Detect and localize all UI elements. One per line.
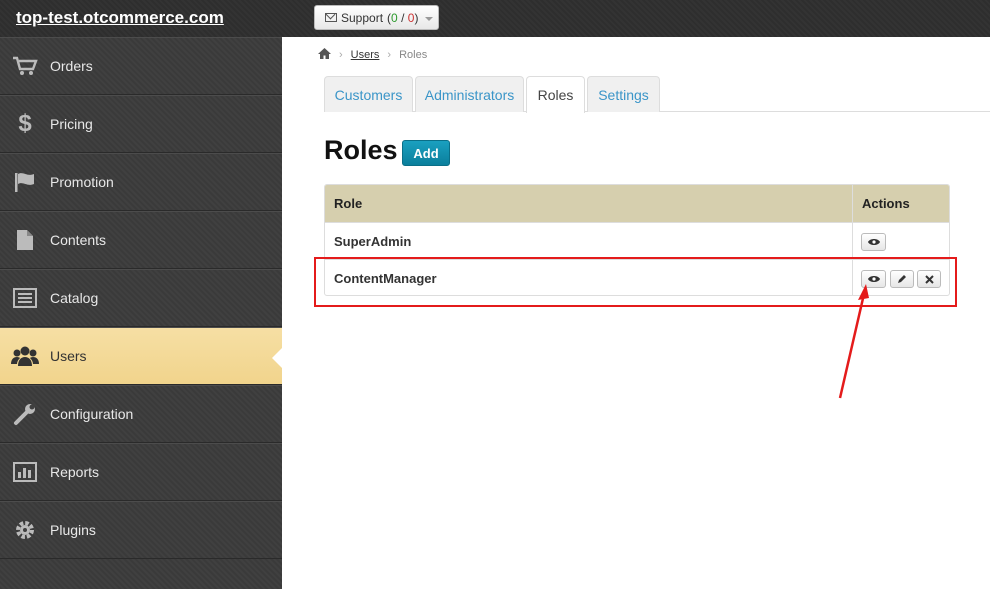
gear-icon <box>0 518 50 542</box>
column-header-actions: Actions <box>852 185 949 222</box>
tab-roles[interactable]: Roles <box>526 76 585 113</box>
sidebar-item-label: Promotion <box>50 174 114 190</box>
view-button[interactable] <box>861 233 886 251</box>
breadcrumb-link-users[interactable]: Users <box>351 49 380 61</box>
sidebar-item-reports[interactable]: Reports <box>0 443 282 501</box>
sidebar-item-label: Catalog <box>50 290 99 306</box>
support-count-separator: / <box>401 10 405 25</box>
envelope-icon <box>325 13 337 22</box>
support-open-count: 0 <box>391 10 398 25</box>
sidebar-item-users[interactable]: Users <box>0 327 282 385</box>
sidebar-item-label: Users <box>50 348 87 364</box>
tab-customers[interactable]: Customers <box>324 76 413 112</box>
sidebar-item-pricing[interactable]: $ Pricing <box>0 95 282 153</box>
row-actions <box>852 223 949 260</box>
table-header: Role Actions <box>325 185 949 222</box>
support-label: Support <box>341 10 384 25</box>
flag-icon <box>0 171 50 193</box>
column-header-role: Role <box>334 196 363 211</box>
support-closed-count: 0 <box>407 10 415 25</box>
role-name: SuperAdmin <box>334 234 412 249</box>
sidebar-item-contents[interactable]: Contents <box>0 211 282 269</box>
add-role-button[interactable]: Add <box>402 140 450 166</box>
breadcrumb-current: Roles <box>399 49 428 61</box>
wrench-icon <box>0 402 50 426</box>
breadcrumb-separator: › <box>339 49 343 61</box>
sidebar-item-label: Orders <box>50 58 93 74</box>
catalog-icon <box>0 288 50 308</box>
sidebar-item-catalog[interactable]: Catalog <box>0 269 282 327</box>
sidebar-item-promotion[interactable]: Promotion <box>0 153 282 211</box>
page-title: Roles <box>324 135 398 165</box>
tab-administrators[interactable]: Administrators <box>415 76 524 112</box>
chevron-down-icon <box>425 16 434 21</box>
sidebar-item-label: Contents <box>50 232 107 248</box>
breadcrumb-separator: › <box>387 49 392 61</box>
document-icon <box>0 229 50 251</box>
dollar-icon: $ <box>18 110 32 137</box>
annotation-arrow <box>838 284 869 399</box>
top-bar: top-test.otcommerce.com Support (0 / 0) <box>0 0 990 37</box>
cart-icon <box>0 56 50 76</box>
sidebar-item-orders[interactable]: Orders <box>0 37 282 95</box>
sidebar-item-label: Pricing <box>50 116 93 132</box>
eye-icon <box>867 239 880 245</box>
table-row: SuperAdmin <box>325 222 949 260</box>
bar-chart-icon <box>0 462 50 482</box>
home-icon[interactable] <box>318 48 331 62</box>
sidebar-item-configuration[interactable]: Configuration <box>0 385 282 443</box>
breadcrumb: › Users › Roles <box>318 48 427 62</box>
support-button[interactable]: Support (0 / 0) <box>314 5 439 30</box>
sidebar-item-label: Configuration <box>50 406 134 422</box>
tab-settings[interactable]: Settings <box>587 76 660 112</box>
sidebar: Orders $ Pricing Promotion Contents Cata… <box>0 37 282 589</box>
sidebar-item-plugins[interactable]: Plugins <box>0 501 282 559</box>
sidebar-item-label: Plugins <box>50 522 96 538</box>
tab-bar: Customers Administrators Roles Settings <box>324 76 990 113</box>
site-link[interactable]: top-test.otcommerce.com <box>16 8 224 28</box>
users-icon <box>0 345 50 367</box>
sidebar-item-label: Reports <box>50 464 100 480</box>
